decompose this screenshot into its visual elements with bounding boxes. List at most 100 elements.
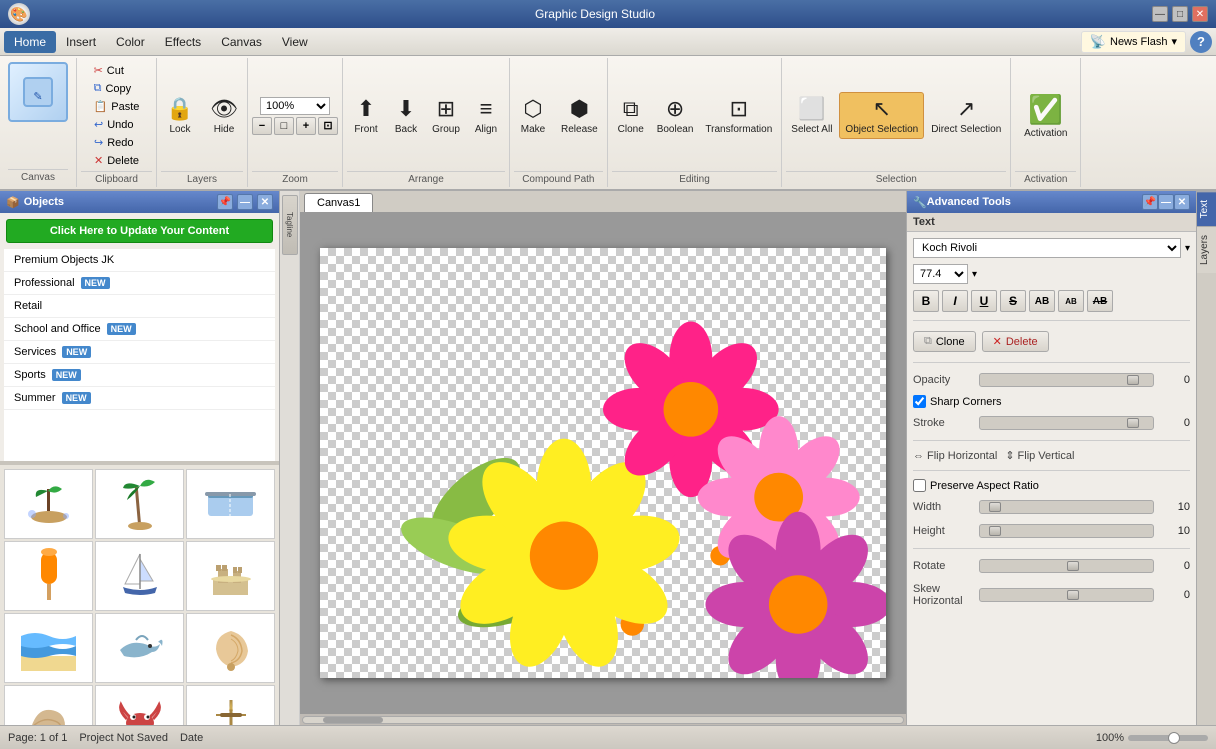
bold-button[interactable]: B (913, 290, 939, 312)
ribbon-editing-group: ⧉ Clone ⊕ Boolean ⊡ Transformation Editi… (608, 58, 783, 187)
strikecase-button[interactable]: AB (1087, 290, 1113, 312)
grid-item[interactable] (186, 469, 275, 539)
grid-item[interactable] (95, 469, 184, 539)
item-label: Retail (14, 300, 42, 312)
panel-pin-button[interactable]: 📌 (217, 194, 233, 210)
menu-view[interactable]: View (272, 31, 318, 53)
horizontal-scrollbar[interactable] (300, 713, 906, 725)
zoom-in-button[interactable]: + (296, 117, 316, 135)
delete-button[interactable]: ✕ Delete (89, 152, 144, 169)
release-button[interactable]: ⬢ Release (556, 93, 603, 138)
canvas-scroll-container[interactable] (300, 213, 906, 713)
grid-item[interactable] (4, 685, 93, 725)
direct-selection-button[interactable]: ↗ Direct Selection (926, 93, 1006, 138)
grid-item[interactable] (186, 613, 275, 683)
make-button[interactable]: ⬡ Make (514, 93, 552, 138)
right-tab-layers[interactable]: Layers (1197, 226, 1216, 273)
clone-ribbon-button[interactable]: ⧉ Clone (612, 93, 650, 138)
select-all-button[interactable]: ⬜ Select All (786, 93, 837, 138)
lock-button[interactable]: 🔒 Lock (161, 93, 199, 138)
panel-close-button[interactable]: ✕ (257, 194, 273, 210)
grid-item[interactable] (4, 469, 93, 539)
flip-vertical-button[interactable]: ⇕ Flip Vertical (1005, 449, 1074, 462)
menu-canvas[interactable]: Canvas (211, 31, 272, 53)
cut-button[interactable]: ✂ Cut (89, 62, 145, 79)
list-item[interactable]: School and Office NEW (4, 318, 275, 341)
scrollbar-thumb[interactable] (323, 717, 383, 723)
panel-minimize-button[interactable]: — (237, 194, 253, 210)
front-button[interactable]: ⬆ Front (347, 93, 385, 138)
smallcaps-button[interactable]: AB (1058, 290, 1084, 312)
height-slider[interactable] (979, 524, 1154, 538)
tagline-button[interactable]: Tagline (282, 195, 298, 255)
skew-h-slider[interactable] (979, 588, 1154, 602)
zoom-fit-button[interactable]: □ (274, 117, 294, 135)
object-selection-button[interactable]: ↖ Object Selection (839, 92, 924, 139)
list-item[interactable]: Summer NEW (4, 387, 275, 410)
grid-item[interactable] (95, 685, 184, 725)
menu-effects[interactable]: Effects (155, 31, 211, 53)
maximize-button[interactable]: □ (1172, 6, 1188, 22)
canvas-drawing[interactable] (320, 248, 886, 678)
canvas-tab[interactable]: Canvas1 (304, 193, 373, 212)
activation-button[interactable]: ✅ Activation (1019, 90, 1072, 142)
zoom-out-button[interactable]: − (252, 117, 272, 135)
zoom-select[interactable]: 100% 50% 200% (260, 97, 330, 115)
grid-item[interactable] (95, 613, 184, 683)
zoom-slider[interactable] (1128, 735, 1208, 741)
menu-color[interactable]: Color (106, 31, 155, 53)
right-tab-text[interactable]: Text (1197, 191, 1216, 226)
group-button[interactable]: ⊞ Group (427, 93, 465, 138)
news-flash[interactable]: 📡 News Flash ▾ (1081, 31, 1186, 53)
close-button[interactable]: ✕ (1192, 6, 1208, 22)
grid-item[interactable] (186, 541, 275, 611)
clone-button[interactable]: ⧉ Clone (913, 331, 976, 352)
delete-action-button[interactable]: ✕ Delete (982, 331, 1049, 352)
minimize-button[interactable]: — (1152, 6, 1168, 22)
menu-insert[interactable]: Insert (56, 31, 106, 53)
opacity-thumb (1127, 375, 1139, 385)
adv-panel-pin-button[interactable]: 📌 (1142, 194, 1158, 210)
grid-item[interactable] (95, 541, 184, 611)
preserve-aspect-checkbox[interactable] (913, 479, 926, 492)
adv-panel-minimize-button[interactable]: — (1158, 194, 1174, 210)
opacity-label: Opacity (913, 374, 973, 386)
activation-icon: ✅ (1028, 93, 1063, 126)
font-select[interactable]: Koch Rivoli (913, 238, 1181, 258)
italic-button[interactable]: I (942, 290, 968, 312)
opacity-slider[interactable] (979, 373, 1154, 387)
help-button[interactable]: ? (1190, 31, 1212, 53)
list-item[interactable]: Retail (4, 295, 275, 318)
sharp-corners-checkbox[interactable] (913, 395, 926, 408)
list-item[interactable]: Premium Objects JK (4, 249, 275, 272)
copy-button[interactable]: ⧉ Copy (89, 80, 145, 97)
rotate-slider[interactable] (979, 559, 1154, 573)
zoom-actual-button[interactable]: ⊡ (318, 117, 338, 135)
paste-button[interactable]: 📋 Paste (89, 98, 145, 115)
hide-button[interactable]: 👁 Hide (205, 93, 243, 138)
font-size-select[interactable]: 77.4 (913, 264, 968, 284)
stroke-slider[interactable] (979, 416, 1154, 430)
editing-content: ⧉ Clone ⊕ Boolean ⊡ Transformation (612, 60, 778, 171)
transformation-button[interactable]: ⊡ Transformation (700, 93, 777, 138)
flip-horizontal-button[interactable]: ⇔ Flip Horizontal (913, 449, 997, 462)
list-item[interactable]: Professional NEW (4, 272, 275, 295)
list-item[interactable]: Sports NEW (4, 364, 275, 387)
adv-panel-close-button[interactable]: ✕ (1174, 194, 1190, 210)
update-content-button[interactable]: Click Here to Update Your Content (6, 219, 273, 243)
canvas-button[interactable]: ✎ (8, 62, 68, 122)
grid-item[interactable] (4, 541, 93, 611)
width-slider[interactable] (979, 500, 1154, 514)
back-button[interactable]: ⬇ Back (387, 93, 425, 138)
strikethrough-button[interactable]: S (1000, 290, 1026, 312)
align-button[interactable]: ≡ Align (467, 93, 505, 138)
redo-button[interactable]: ↪ Redo (89, 134, 144, 151)
undo-button[interactable]: ↩ Undo (89, 116, 144, 133)
underline-button[interactable]: U (971, 290, 997, 312)
uppercase-button[interactable]: AB (1029, 290, 1055, 312)
boolean-button[interactable]: ⊕ Boolean (652, 93, 699, 138)
list-item[interactable]: Services NEW (4, 341, 275, 364)
menu-home[interactable]: Home (4, 31, 56, 53)
grid-item[interactable] (186, 685, 275, 725)
grid-item[interactable] (4, 613, 93, 683)
